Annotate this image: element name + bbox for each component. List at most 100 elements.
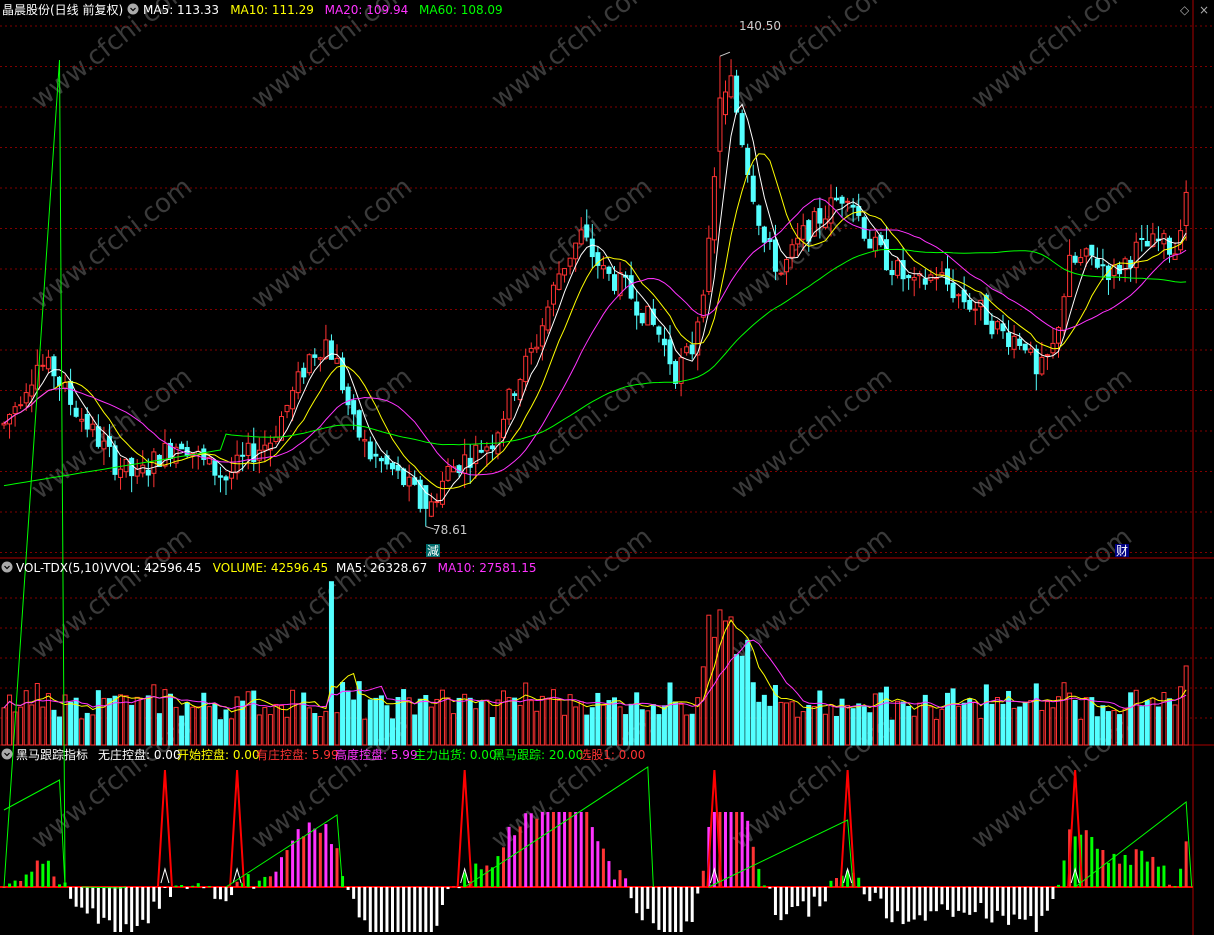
indicator-bar [135,887,139,926]
candle-up [939,272,945,276]
indicator-bar [268,876,272,887]
candle-up [101,440,107,450]
indicator-spike-small [232,867,242,884]
indicator-bar [479,869,483,887]
volume-bar-up [306,707,312,746]
legend-item: MA5: 113.33 [143,3,219,17]
volume-bar-up [600,704,606,746]
volume-bar-up [1044,701,1050,746]
indicator-bar [1129,864,1133,887]
volume-bar-down [961,702,967,746]
candle-up [550,284,556,305]
candle-up [284,404,290,413]
candle-down [73,407,79,417]
candle-up [334,357,340,364]
volume-bar-up [723,620,728,746]
volume-bar-down [656,714,662,746]
indicator-bar [1168,884,1171,887]
indicator-bar [202,887,206,889]
volume-bar-down [883,686,889,746]
volume-bar-down [983,684,989,746]
indicator-bar [218,887,222,900]
volume-bar-up [845,704,851,746]
volume-bar-up [173,706,179,746]
volume-bar-down [834,715,839,746]
candle-down [301,367,307,378]
volume-bar-down [51,709,57,746]
volume-bar-up [1,707,7,746]
indicator-bar [291,840,295,887]
candle-down [661,338,667,346]
indicator-bar [346,887,350,890]
volume-bar-up [573,706,579,746]
volume-bar-down [1094,716,1100,746]
indicator-bar [979,887,983,903]
volume-bar-up [1083,697,1089,746]
volume-bar-up [789,701,795,746]
watermark-text: www.cfchi.com [966,362,1138,506]
volume-bar-up [428,706,434,746]
indicator-bar [1023,887,1027,920]
volume-bar-down [745,639,751,746]
indicator-bar [740,812,744,887]
indicator-bar [24,874,28,887]
volume-bar-up [933,718,939,746]
volume-bar-up [245,691,251,746]
volume-bar-down [156,713,162,746]
candle-up [956,294,962,297]
close-icon[interactable]: × [1199,3,1209,17]
volume-bar-down [212,703,218,746]
indicator-bar [946,887,949,910]
volume-bar-up [462,693,468,746]
indicator-bar [413,887,417,932]
legend-item: VVOL: 42596.45 [104,561,201,575]
indicator-bar [812,887,816,897]
candle-down [1006,332,1012,348]
volume-bar-up [473,708,479,746]
volume-bar-down [184,702,190,746]
volume-bar-down [423,695,429,746]
volume-bar-up [517,704,523,746]
legend-item: VOLUME: 42596.45 [213,561,328,575]
volume-bar-up [700,666,706,746]
candle-up [1,422,7,426]
legend-item: 有庄控盘: 5.99 [256,747,339,762]
marker-jian[interactable]: 減 [427,543,439,558]
volume-bar-down [817,690,823,746]
indicator-bar [257,880,261,887]
indicator-bar [496,856,500,887]
volume-bar-down [1089,697,1095,746]
indicator-bar [901,887,905,925]
indicator-bar [646,887,650,909]
candle-down [584,224,590,238]
marker-cai[interactable]: 财 [1116,544,1128,558]
volume-bar-up [1056,696,1061,746]
candle-down [817,208,823,224]
volume-bar-up [262,707,268,746]
settings-circle-icon[interactable] [127,3,139,15]
indicator-bar [624,878,628,887]
settings-circle-icon[interactable] [1,748,13,760]
candle-up [362,439,368,442]
candle-down [922,278,928,285]
settings-circle-icon[interactable] [1,561,13,573]
diamond-icon[interactable]: ◇ [1180,3,1190,17]
indicator-bar [463,872,467,887]
candle-down [373,453,379,457]
indicator-bar [923,887,927,921]
volume-bar-up [617,706,623,746]
indicator-bar [773,887,777,916]
indicator-title: 黑马跟踪指标 [16,747,88,762]
volume-bar-down [201,692,207,746]
stock-title: 晶晨股份(日线 前复权) [2,2,123,17]
indicator-bar [679,887,683,932]
candle-down [839,196,845,204]
volume-bar-down [106,698,112,746]
candle-up [262,444,268,451]
candle-down [312,354,318,358]
indicator-bar [1001,887,1005,916]
volume-bar-up [711,636,717,746]
indicator-bar [379,887,383,932]
indicator-bar [618,870,622,887]
volume-bar-up [872,693,878,746]
